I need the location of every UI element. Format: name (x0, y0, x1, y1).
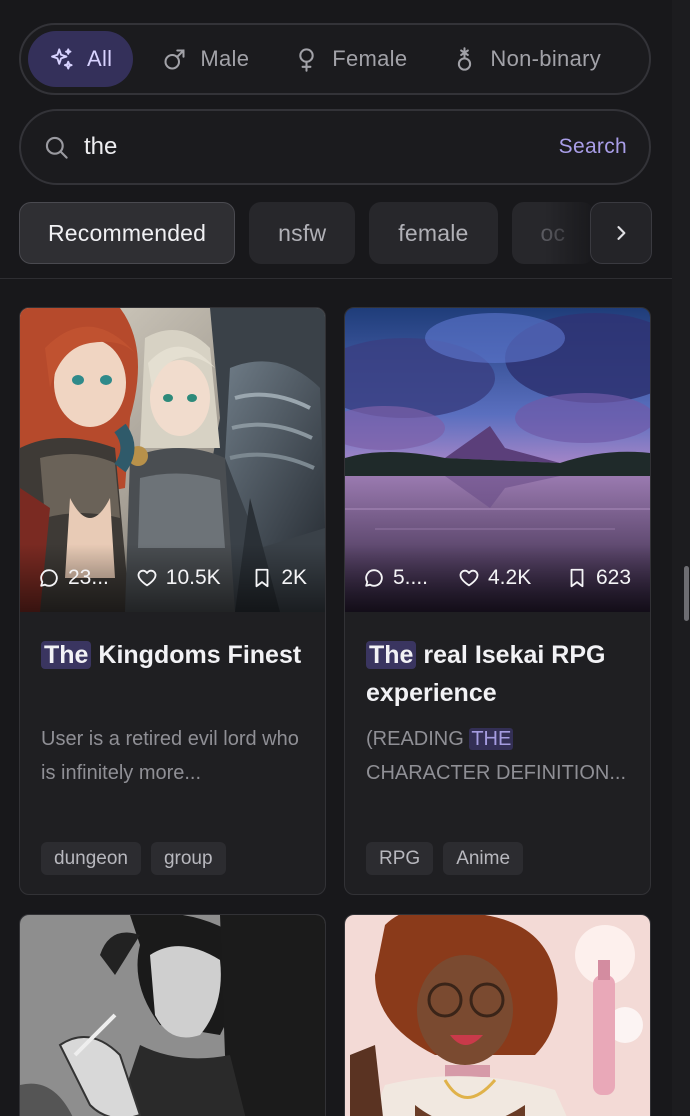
description-highlight: THE (469, 728, 514, 750)
tag-scroll-right-button[interactable] (590, 202, 652, 264)
nonbinary-symbol-icon (458, 46, 472, 71)
card-stats: 5.... 4.2K 623 (345, 544, 650, 612)
bookmark-count: 2K (281, 566, 307, 589)
male-symbol-icon (164, 48, 185, 70)
sparkles-icon (51, 47, 73, 69)
description-text: User is a retired evil lord who is infin… (41, 728, 299, 784)
gender-option-female[interactable]: Female (273, 31, 427, 87)
card-description: User is a retired evil lord who is infin… (41, 722, 311, 790)
comment-icon (40, 569, 58, 587)
bookmark-icon (255, 568, 269, 588)
scrollbar-thumb[interactable] (684, 566, 689, 621)
like-count: 4.2K (488, 566, 532, 589)
tag-chip-nsfw[interactable]: nsfw (249, 202, 356, 264)
card-tags: RPG Anime (366, 842, 524, 875)
gender-option-label: Male (200, 46, 250, 71)
card-title: The Kingdoms Finest (41, 636, 311, 674)
gender-option-label: All (87, 46, 113, 71)
scrollbar-track[interactable] (672, 0, 690, 1116)
card-tag[interactable]: Anime (443, 842, 524, 875)
gender-option-label: Female (332, 46, 408, 71)
divider (0, 278, 672, 279)
character-card[interactable]: 5.... 4.2K 623 The real Isekai RPG exper… (344, 307, 651, 895)
character-image (345, 915, 650, 1116)
title-highlight: The (41, 641, 92, 669)
card-tag[interactable]: RPG (366, 842, 434, 875)
card-tags: dungeon group (41, 842, 226, 875)
bookmark-stat: 623 (566, 566, 631, 590)
gender-option-label: Non-binary (490, 46, 602, 71)
search-icon (45, 136, 68, 159)
gender-option-all[interactable]: All (28, 31, 134, 87)
bookmark-count: 623 (596, 566, 632, 589)
gender-filter: All Male Female Non-binary (19, 23, 651, 95)
comment-count: 23... (68, 566, 109, 589)
tag-chip-female[interactable]: female (369, 202, 498, 264)
description-text: CHARACTER DEFINITION... (366, 762, 627, 784)
tag-row-fade (545, 202, 595, 264)
page: All Male Female Non-binary the Search Re… (0, 0, 690, 1116)
search-bar: Search (19, 109, 651, 185)
title-highlight: The (366, 641, 417, 669)
card-description: (READING THE CHARACTER DEFINITION... (366, 722, 636, 790)
search-button[interactable]: Search (559, 135, 627, 159)
gender-option-male[interactable]: Male (141, 31, 269, 87)
card-stats: 23... 10.5K 2K (20, 544, 325, 612)
bookmark-stat: 2K (251, 566, 307, 590)
bookmark-icon (570, 568, 584, 588)
character-card[interactable] (19, 914, 326, 1116)
heart-icon (137, 569, 157, 587)
character-card[interactable]: 23... 10.5K 2K The Kingdoms Finest User … (19, 307, 326, 895)
description-text: (READING (366, 728, 470, 750)
character-card[interactable] (344, 914, 651, 1116)
card-tag[interactable]: dungeon (41, 842, 141, 875)
heart-icon (459, 569, 479, 587)
character-image: 23... 10.5K 2K (20, 308, 325, 612)
title-text: Kingdoms Finest (91, 641, 302, 669)
comment-stat: 23... (38, 566, 136, 590)
gender-option-nonbinary[interactable]: Non-binary (431, 31, 621, 87)
comment-icon (365, 569, 383, 587)
like-count: 10.5K (165, 566, 221, 589)
character-image: 5.... 4.2K 623 (345, 308, 650, 612)
character-image (20, 915, 325, 1116)
card-title: The real Isekai RPG experience (366, 636, 636, 712)
like-stat: 10.5K (136, 566, 252, 590)
card-tag[interactable]: group (150, 842, 226, 875)
search-input[interactable] (84, 133, 559, 161)
chevron-right-icon (617, 226, 626, 240)
like-stat: 4.2K (458, 566, 566, 590)
tag-chip-recommended[interactable]: Recommended (19, 202, 236, 264)
comment-count: 5.... (393, 566, 429, 589)
comment-stat: 5.... (363, 566, 458, 590)
female-symbol-icon (299, 47, 314, 72)
